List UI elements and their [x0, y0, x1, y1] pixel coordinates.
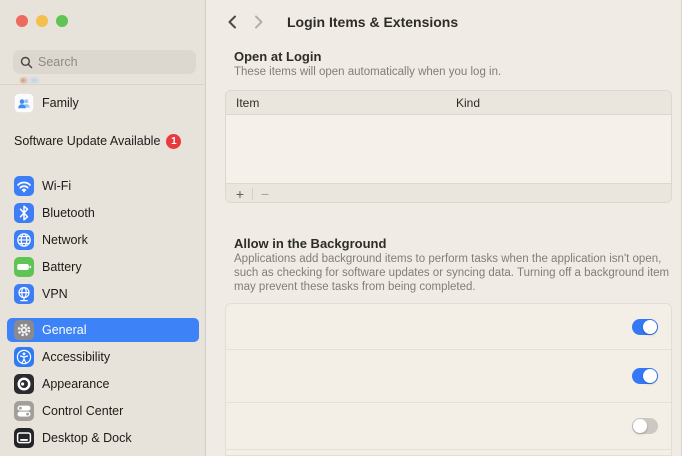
back-button[interactable] [223, 13, 241, 31]
sidebar-item-desktop-dock[interactable]: Desktop & Dock [7, 426, 199, 450]
sidebar-item-label: Bluetooth [42, 206, 95, 220]
accessibility-icon [14, 347, 34, 367]
sidebar-item-label: Accessibility [42, 350, 111, 364]
sidebar-item-network[interactable]: Network [7, 228, 199, 252]
toggle-knob [633, 419, 647, 433]
minimize-window-button[interactable] [36, 15, 48, 27]
sidebar-item-software-update[interactable]: Software Update Available 1 [14, 130, 182, 152]
sidebar-item-bluetooth[interactable]: Bluetooth [7, 201, 199, 225]
sidebar-item-label: Desktop & Dock [42, 431, 132, 445]
zoom-window-button[interactable] [56, 15, 68, 27]
sidebar-item-label: VPN [42, 287, 68, 301]
table-footer: + − [226, 183, 671, 202]
forward-button[interactable] [250, 13, 268, 31]
sidebar-item-label: Battery [42, 260, 82, 274]
scrolled-item-remnant [21, 78, 40, 83]
background-items-list [225, 303, 672, 456]
toggle-knob [643, 369, 657, 383]
remove-login-item-button[interactable]: − [255, 186, 275, 202]
background-item-toggle[interactable] [632, 418, 658, 434]
table-body-empty[interactable] [226, 115, 671, 183]
sidebar-item-wifi[interactable]: Wi-Fi [7, 174, 199, 198]
globe-icon [14, 230, 34, 250]
toggle-knob [643, 319, 657, 334]
allow-in-background-description: Applications add background items to per… [234, 253, 670, 293]
sidebar-item-label: General [42, 323, 87, 337]
sidebar-divider [0, 84, 206, 85]
bluetooth-icon [14, 203, 34, 223]
column-header-kind: Kind [456, 95, 481, 110]
close-window-button[interactable] [16, 15, 28, 27]
software-update-label: Software Update Available [14, 134, 161, 148]
toggles-icon [14, 401, 34, 421]
background-item-toggle[interactable] [632, 318, 658, 335]
add-login-item-button[interactable]: + [230, 186, 250, 202]
battery-icon [14, 257, 34, 277]
sidebar-item-label: Wi-Fi [42, 179, 72, 193]
system-settings-window: Family Software Update Available 1 Wi-Fi… [0, 0, 682, 456]
sidebar-item-appearance[interactable]: Appearance [7, 372, 199, 396]
open-at-login-heading: Open at Login [234, 49, 322, 64]
open-at-login-description: These items will open automatically when… [234, 66, 502, 78]
background-item-row [226, 304, 671, 350]
sidebar-item-family[interactable]: Family [7, 91, 199, 115]
notification-badge: 1 [166, 133, 182, 149]
sidebar-item-general[interactable]: General [7, 318, 199, 342]
background-item-toggle[interactable] [632, 368, 658, 384]
search-icon [20, 56, 33, 69]
wifi-icon [14, 176, 34, 196]
sidebar-item-label: Appearance [42, 377, 110, 391]
search-field[interactable] [13, 50, 196, 74]
search-input[interactable] [38, 55, 178, 69]
contrast-icon [14, 374, 34, 394]
family-icon [14, 93, 34, 113]
background-item-row [226, 403, 671, 450]
vpn-globe-icon [14, 284, 34, 304]
page-title: Login Items & Extensions [287, 14, 459, 30]
sidebar-item-label: Family [42, 96, 79, 110]
table-header: Item Kind [226, 91, 671, 115]
sidebar-item-label: Network [42, 233, 88, 247]
allow-in-background-heading: Allow in the Background [234, 236, 387, 251]
desktop-window-icon [14, 428, 34, 448]
login-items-table: Item Kind + − [225, 90, 672, 203]
sidebar-item-vpn[interactable]: VPN [7, 282, 199, 306]
background-item-row [226, 350, 671, 403]
sidebar-item-label: Control Center [42, 404, 124, 418]
footer-button-divider [252, 187, 253, 200]
column-header-item: Item [236, 95, 260, 110]
gear-icon [14, 320, 34, 340]
main-pane: Login Items & Extensions Open at Login T… [206, 0, 681, 456]
sidebar-item-control-center[interactable]: Control Center [7, 399, 199, 423]
sidebar-item-battery[interactable]: Battery [7, 255, 199, 279]
sidebar-item-accessibility[interactable]: Accessibility [7, 345, 199, 369]
sidebar: Family Software Update Available 1 Wi-Fi… [0, 0, 206, 456]
